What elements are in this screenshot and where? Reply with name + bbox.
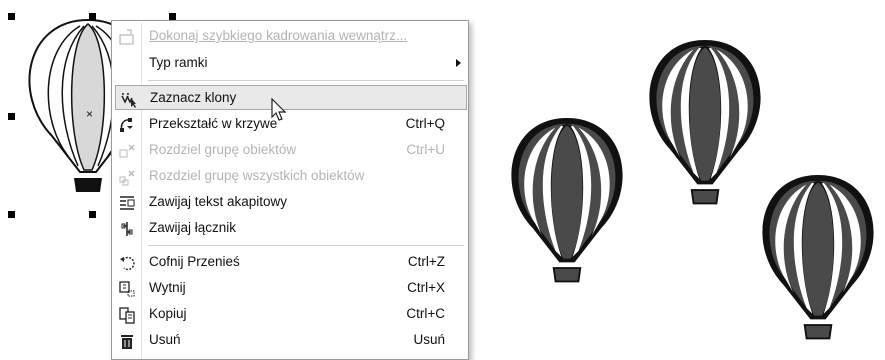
menu-item-undo-move[interactable]: Cofnij Przenieś Ctrl+Z <box>115 250 467 275</box>
menu-item-label: Cofnij Przenieś <box>149 254 240 269</box>
mouse-pointer-icon <box>271 98 287 121</box>
menu-item-label: Dokonaj szybkiego kadrowania wewnątrz... <box>149 28 408 43</box>
menu-separator <box>148 245 464 246</box>
cut-icon <box>117 279 137 298</box>
balloon-clone-2[interactable] <box>648 39 762 205</box>
menu-item-copy[interactable]: Kopiuj Ctrl+C <box>115 302 467 327</box>
select-clones-icon <box>118 89 138 108</box>
selection-handle-top-center[interactable] <box>89 13 96 20</box>
ungroup-icon <box>117 141 137 160</box>
menu-separator <box>148 80 464 81</box>
delete-icon <box>117 331 137 350</box>
context-menu: Dokonaj szybkiego kadrowania wewnątrz...… <box>111 20 469 360</box>
selection-center-marker: × <box>86 107 94 121</box>
wrap-paragraph-text-icon <box>117 193 137 212</box>
menu-item-shortcut: Ctrl+Z <box>407 254 445 269</box>
menu-item-wrap-connector[interactable]: Zawijaj łącznik <box>115 216 467 241</box>
menu-item-convert-to-curves[interactable]: Przekształć w krzywe Ctrl+Q <box>115 112 467 137</box>
selection-handle-middle-left[interactable] <box>8 113 15 120</box>
selection-handle-bottom-center[interactable] <box>89 211 96 218</box>
menu-item-label: Zawijaj łącznik <box>149 220 237 235</box>
menu-item-cut[interactable]: Wytnij Ctrl+X <box>115 276 467 301</box>
balloon-clone-3[interactable] <box>761 174 875 340</box>
balloon-clone-1[interactable] <box>510 117 624 283</box>
menu-item-ungroup-all[interactable]: Rozdziel grupę wszystkich obiektów <box>115 164 467 189</box>
menu-item-label: Rozdziel grupę obiektów <box>149 142 297 157</box>
menu-item-shortcut: Usuń <box>413 332 445 347</box>
menu-item-shortcut: Ctrl+U <box>406 142 445 157</box>
ungroup-all-icon <box>117 167 137 186</box>
menu-item-delete[interactable]: Usuń Usuń <box>115 328 467 353</box>
copy-icon <box>117 305 137 324</box>
menu-item-label: Kopiuj <box>149 306 187 321</box>
menu-item-label: Zawijaj tekst akapitowy <box>149 194 288 209</box>
menu-item-wrap-paragraph-text[interactable]: Zawijaj tekst akapitowy <box>115 190 467 215</box>
menu-item-label: Przekształć w krzywe <box>149 116 278 131</box>
submenu-arrow-icon <box>456 59 461 67</box>
menu-item-frame-type[interactable]: Typ ramki <box>115 51 467 76</box>
menu-item-ungroup[interactable]: Rozdziel grupę obiektów Ctrl+U <box>115 138 467 163</box>
menu-item-shortcut: Ctrl+Q <box>405 116 445 131</box>
selection-handle-bottom-left[interactable] <box>8 211 15 218</box>
menu-item-label: Typ ramki <box>149 55 208 70</box>
menu-item-shortcut: Ctrl+C <box>406 306 445 321</box>
selection-handle-top-right[interactable] <box>169 13 176 20</box>
powerclip-icon <box>117 27 137 46</box>
menu-item-select-clones[interactable]: Zaznacz klony <box>115 85 467 110</box>
selection-handle-top-left[interactable] <box>8 13 15 20</box>
convert-to-curves-icon <box>117 115 137 134</box>
menu-item-label: Wytnij <box>149 280 186 295</box>
menu-item-label: Rozdziel grupę wszystkich obiektów <box>149 168 365 183</box>
menu-item-label: Usuń <box>149 332 181 347</box>
menu-item-shortcut: Ctrl+X <box>407 280 445 295</box>
menu-item-quick-powerclip[interactable]: Dokonaj szybkiego kadrowania wewnątrz... <box>115 24 467 49</box>
undo-icon <box>117 253 137 272</box>
menu-item-label: Zaznacz klony <box>150 90 237 105</box>
wrap-connector-icon <box>117 219 137 238</box>
